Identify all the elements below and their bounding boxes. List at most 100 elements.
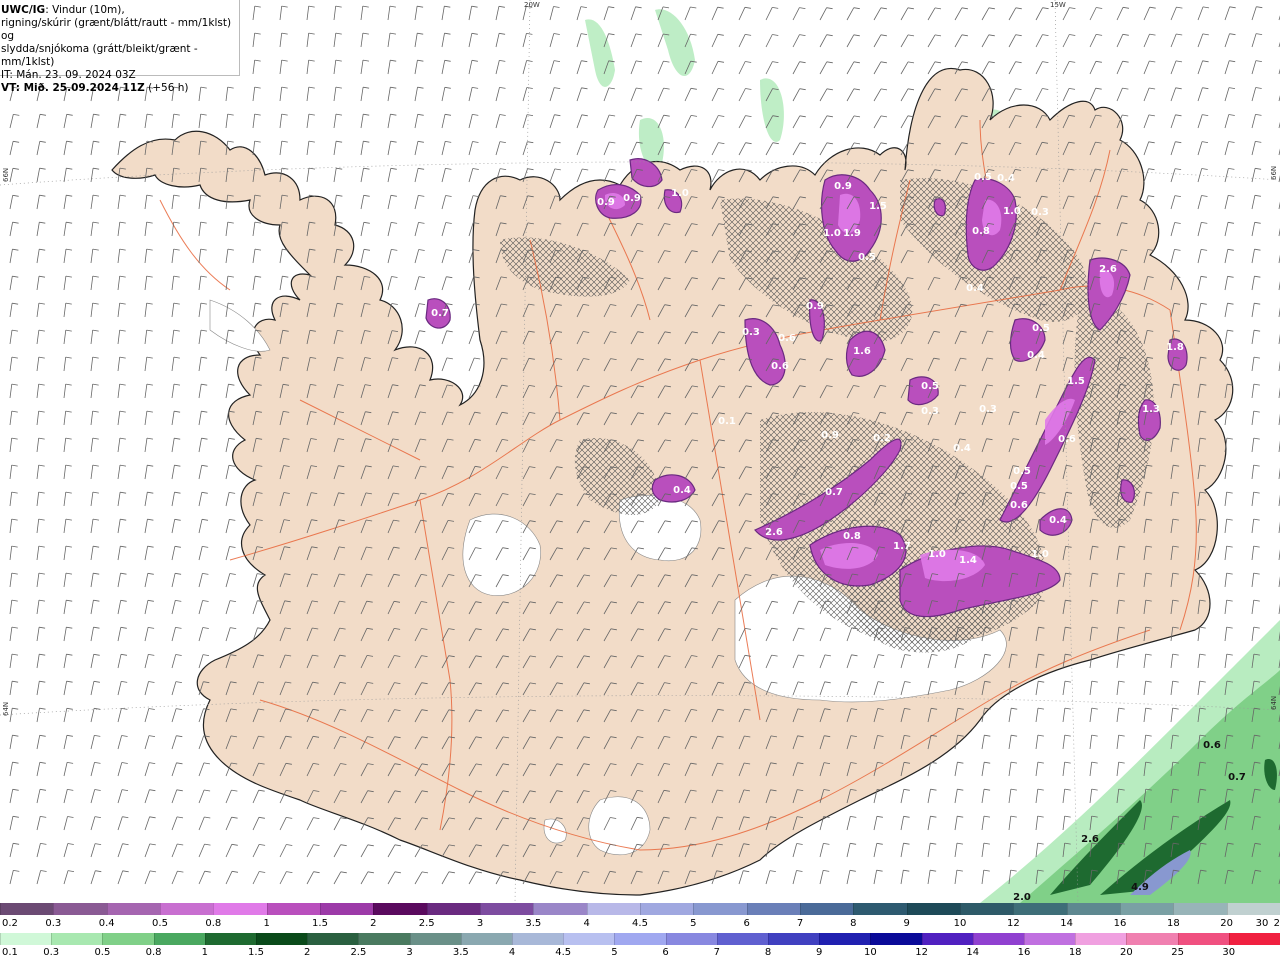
legend-swatch — [319, 903, 374, 915]
precip-value-label: 0.8 — [843, 531, 861, 542]
lat-label-66n-left: 66N — [2, 167, 10, 182]
legend-swatch — [358, 933, 410, 945]
legend-tick-label: 8 — [850, 918, 857, 929]
legend-tick-label: 4 — [583, 918, 590, 929]
lon-label-15w: 15W — [1050, 1, 1066, 9]
legend-tick-label: 0.3 — [43, 947, 60, 958]
precip-value-label: 0.6 — [1010, 500, 1028, 511]
legend-tick-label: 4.5 — [632, 918, 648, 929]
legend-swatch — [266, 903, 320, 915]
legend-tick-label: 25 — [1171, 947, 1184, 958]
legend-swatch — [819, 933, 871, 945]
precip-value-label: 0.4 — [1027, 350, 1045, 361]
legend-swatch — [1075, 933, 1127, 945]
precip-value-label: 0.5 — [858, 252, 876, 263]
precip-value-label: 0.3 — [921, 406, 939, 417]
legend-tick-label: 2.5 — [418, 918, 435, 929]
legend-swatch — [426, 903, 480, 915]
legend-swatch — [533, 903, 587, 915]
legend-tick-label: 2 — [370, 918, 377, 929]
legend-tick-label: 8 — [764, 947, 772, 958]
legend-swatch — [373, 903, 427, 915]
legend-tick-label: 16 — [1113, 918, 1127, 929]
legend-swatch — [768, 933, 820, 945]
legend-tick-label: 10 — [864, 947, 877, 958]
legend-tick-label: 2.5 — [350, 947, 367, 958]
legend-swatch — [716, 933, 769, 945]
precip-value-label: 0.2 — [873, 433, 891, 444]
precip-value-label: 1.0 — [1003, 206, 1021, 217]
legend-tick-label: 7 — [796, 918, 804, 929]
legend-tick-label: 12 — [915, 947, 928, 958]
legend-swatch — [102, 933, 154, 945]
legend-tick-label: 0.3 — [45, 918, 62, 929]
precip-value-label: 0.7 — [431, 308, 449, 319]
legend-tick-label: 30 — [1222, 947, 1236, 958]
legend-tick-label: 9 — [816, 947, 823, 958]
precip-value-label: 0.9 — [834, 181, 852, 192]
legend-tick-label: 14 — [1060, 918, 1074, 929]
legend-tick-label: 5 — [690, 918, 697, 929]
legend-swatch — [586, 903, 640, 915]
precip-value-label: 0.9 — [821, 430, 839, 441]
legend-swatch — [563, 933, 615, 945]
model-name: UWC/IG — [1, 4, 46, 16]
legend-swatch — [51, 933, 103, 945]
precip-value-label: 0.5 — [1013, 466, 1031, 477]
header-line3: slydda/snjókoma (grátt/bleikt/grænt - mm… — [1, 43, 198, 68]
precip-value-label: 0.3 — [1031, 207, 1049, 218]
legend-swatch — [639, 903, 694, 915]
precip-value-label: 1.7 — [893, 541, 911, 552]
legend-tick-label: 1 — [263, 918, 270, 929]
legend-tick-label: 16 — [1017, 947, 1031, 958]
legend-swatch — [1013, 903, 1067, 915]
precip-value-label: 0.9 — [806, 301, 824, 312]
precip-value-label: 2.6 — [765, 527, 783, 538]
legend-tick-label: 6 — [662, 947, 669, 958]
precip-value-label: 1.0 — [1031, 549, 1049, 560]
header-line1: : Vindur (10m), — [45, 4, 125, 16]
legend-tick-label: 7 — [713, 947, 720, 958]
precip-value-label: 1.4 — [959, 555, 977, 566]
rain-scale-ticks: 0.1 0.3 0.5 0.8 1 1.5 2 2.5 3 3.5 4 4.5 5 6 7 8 9 10 12 14 1… — [0, 947, 1280, 959]
precip-value-label: 0.3 — [979, 404, 997, 415]
precip-value-label: 1.5 — [869, 201, 887, 212]
lat-label-64n-left: 64N — [2, 701, 10, 716]
legend-swatch — [409, 933, 461, 945]
map-canvas: 0.90.91.00.91.51.0 1.90.50.5 0.41.0 0.30.80… — [0, 0, 1280, 903]
precip-value-label: 0.4 — [953, 443, 971, 454]
legend-swatch — [1126, 933, 1178, 945]
lat-label-66n-right: 66N — [1270, 165, 1278, 180]
color-legend: 0.2 0.3 0.4 0.5 0.8 1 1.5 2 2.5 3 3.5 4 4.5 5 6 7 8 9 10 12… — [0, 903, 1280, 960]
legend-tick-label: 1.5 — [312, 918, 328, 929]
legend-tick-label: 0.5 — [152, 918, 168, 929]
precip-value-label: 4.9 — [1131, 882, 1149, 893]
legend-swatch — [53, 903, 107, 915]
lon-label-20w: 20W — [524, 1, 540, 9]
lat-label-64n-right: 64N — [1270, 695, 1278, 710]
precip-value-label: 0.6 — [1203, 740, 1221, 751]
precip-value-label: 0.7 — [1228, 772, 1246, 783]
precip-value-label: 1.0 — [823, 228, 841, 239]
legend-swatch — [1119, 903, 1174, 915]
precip-value-label: 0.1 — [718, 416, 736, 427]
legend-swatch — [213, 903, 267, 915]
legend-swatch — [106, 903, 160, 915]
rain-color-scale — [0, 933, 1280, 945]
header-line4: IT: Mán. 23. 09. 2024 03Z — [1, 69, 136, 81]
precip-value-label: 1.3 — [1142, 404, 1160, 415]
precip-value-label: 0.4 — [1049, 515, 1067, 526]
legend-tick-label: 4 — [508, 947, 516, 958]
legend-swatch — [746, 903, 800, 915]
header-line2: rigning/skúrir (grænt/blátt/rautt - mm/1… — [1, 17, 232, 42]
precip-value-label: 0.9 — [623, 193, 641, 204]
legend-swatch — [614, 933, 666, 945]
legend-tick-label: 12 — [1006, 918, 1020, 929]
legend-tick-label: 3.5 — [452, 947, 469, 958]
precip-value-label: 0.6 — [771, 361, 789, 372]
legend-tick-label: 5 — [611, 947, 618, 958]
precip-value-label: 2.0 — [1013, 892, 1031, 903]
legend-swatch — [870, 933, 922, 945]
legend-swatch — [1024, 933, 1076, 945]
legend-tick-label: 0.2 — [2, 918, 18, 929]
